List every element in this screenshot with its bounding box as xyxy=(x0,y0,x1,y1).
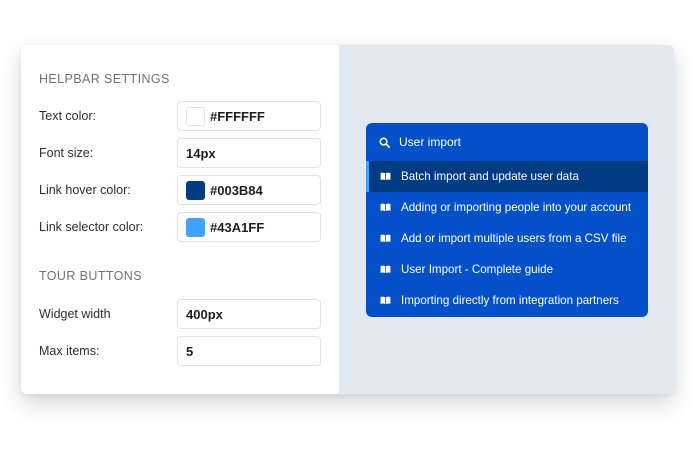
max-items-value: 5 xyxy=(186,343,194,359)
link-selector-color-value: #43A1FF xyxy=(210,219,265,235)
book-icon xyxy=(380,172,391,181)
link-selector-color-label: Link selector color: xyxy=(39,220,144,234)
widget-width-label: Widget width xyxy=(39,307,111,321)
font-size-field[interactable]: 14px xyxy=(177,138,321,168)
settings-card: HELPBAR SETTINGS Text color: #FFFFFF Fon… xyxy=(21,45,674,394)
font-size-row: Font size: 14px xyxy=(39,138,321,168)
font-size-value: 14px xyxy=(186,145,216,161)
max-items-field[interactable]: 5 xyxy=(177,336,321,366)
tour-buttons-title: TOUR BUTTONS xyxy=(39,269,142,283)
helpbar-result-item[interactable]: Add or import multiple users from a CSV … xyxy=(366,223,648,254)
search-icon xyxy=(379,137,390,148)
link-hover-color-label: Link hover color: xyxy=(39,183,131,197)
text-color-row: Text color: #FFFFFF xyxy=(39,101,321,131)
text-color-label: Text color: xyxy=(39,109,96,123)
link-hover-color-field[interactable]: #003B84 xyxy=(177,175,321,205)
preview-panel: User import Batch import and update user… xyxy=(339,45,674,394)
link-selector-color-field[interactable]: #43A1FF xyxy=(177,212,321,242)
widget-width-value: 400px xyxy=(186,306,223,322)
link-selector-color-swatch[interactable] xyxy=(186,217,205,237)
link-hover-color-value: #003B84 xyxy=(210,182,263,198)
widget-width-row: Widget width 400px xyxy=(39,299,321,329)
helpbar-result-label: Batch import and update user data xyxy=(401,170,579,183)
book-icon xyxy=(380,234,391,243)
helpbar-result-label: Adding or importing people into your acc… xyxy=(401,201,632,214)
link-hover-color-row: Link hover color: #003B84 xyxy=(39,175,321,205)
helpbar-search[interactable]: User import xyxy=(366,123,648,161)
book-icon xyxy=(380,265,391,274)
font-size-label: Font size: xyxy=(39,146,94,160)
text-color-swatch[interactable] xyxy=(186,106,205,126)
helpbar-search-text: User import xyxy=(399,135,462,149)
helpbar-settings-title: HELPBAR SETTINGS xyxy=(39,72,170,86)
text-color-value: #FFFFFF xyxy=(210,108,265,124)
helpbar-result-item[interactable]: User Import - Complete guide xyxy=(366,254,648,285)
link-selector-color-row: Link selector color: #43A1FF xyxy=(39,212,321,242)
helpbar-result-item[interactable]: Batch import and update user data xyxy=(366,161,648,192)
book-icon xyxy=(380,203,391,212)
helpbar-widget: User import Batch import and update user… xyxy=(366,123,648,317)
book-icon xyxy=(380,296,391,305)
helpbar-result-label: User Import - Complete guide xyxy=(401,263,554,276)
helpbar-result-item[interactable]: Adding or importing people into your acc… xyxy=(366,192,648,223)
link-hover-color-swatch[interactable] xyxy=(186,180,205,200)
widget-width-field[interactable]: 400px xyxy=(177,299,321,329)
helpbar-result-label: Add or import multiple users from a CSV … xyxy=(401,232,627,245)
max-items-label: Max items: xyxy=(39,344,100,358)
helpbar-result-label: Importing directly from integration part… xyxy=(401,294,619,307)
max-items-row: Max items: 5 xyxy=(39,336,321,366)
helpbar-result-item[interactable]: Importing directly from integration part… xyxy=(366,285,648,316)
text-color-field[interactable]: #FFFFFF xyxy=(177,101,321,131)
settings-panel: HELPBAR SETTINGS Text color: #FFFFFF Fon… xyxy=(21,45,339,394)
